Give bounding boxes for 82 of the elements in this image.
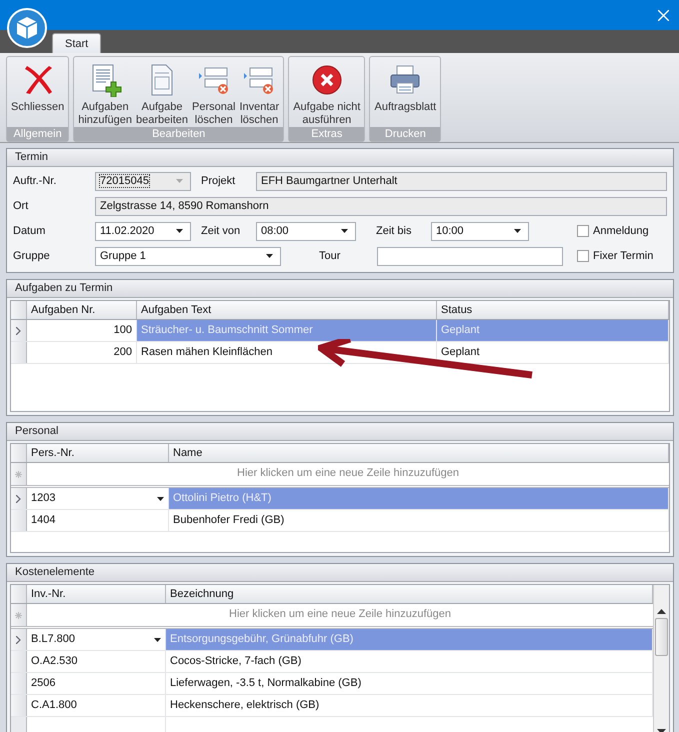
location-field[interactable]: Zelgstrasse 14, 8590 Romanshorn [95,196,667,216]
group-combo[interactable]: Gruppe 1 [95,246,281,266]
table-cell: Bubenhofer Fredi (GB) [169,510,669,531]
table-cell: Geplant [437,342,669,363]
field-label: Auftr.-Nr. [13,175,58,187]
table-cell: C.A1.800 [27,695,166,716]
field-label: Tour [319,250,342,262]
table-row[interactable]: 100 Sträucher- u. Baumschnitt Sommer Geplant [11,320,669,342]
column-header[interactable]: Aufgaben Nr. [27,301,137,319]
panel-title: Termin [7,149,673,167]
date-combo[interactable]: 11.02.2020 [95,222,191,240]
group-label: Allgemein [7,127,68,141]
table-cell: Sträucher- u. Baumschnitt Sommer [137,320,437,341]
column-header[interactable]: Pers.-Nr. [27,444,169,462]
column-header[interactable]: Aufgaben Text [137,301,437,319]
caret-icon [157,496,164,500]
group-label: Bearbeiten [74,127,284,141]
scroll-up-icon[interactable] [657,609,666,614]
table-cell: Rasen mähen Kleinflächen [137,342,437,363]
panel-title: Aufgaben zu Termin [7,280,673,298]
field-label: Datum [13,225,46,237]
table-cell: 2506 [27,673,166,694]
ribbon-button[interactable]: Aufgabe nicht ausführen [291,57,362,127]
current-row-icon [16,326,21,334]
caret-icon [341,229,348,233]
table-cell: O.A2.530 [27,651,166,672]
row-header[interactable] [11,629,27,650]
caret-icon [266,254,273,258]
time-combo[interactable]: 08:00 [256,222,356,240]
ribbon-button[interactable]: Inventar löschen [237,57,282,127]
new-row-hint[interactable]: Hier klicken um eine neue Zeile hinzuzufügen [27,604,653,626]
caret-icon [176,229,183,233]
group-label: Drucken [370,127,440,141]
ribbon-tab[interactable]: Start [52,33,102,53]
row-header[interactable] [11,320,27,341]
new-row-icon [15,470,22,478]
time-combo[interactable]: 10:00 [431,222,529,240]
row-header[interactable] [11,488,27,509]
order-number-combo[interactable]: 72015045 [95,172,191,190]
field-label: Zeit von [201,225,242,237]
caret-icon [154,638,161,642]
close-icon[interactable] [658,10,669,20]
ribbon-button[interactable]: Auftragsblatt [372,57,438,127]
field-label: Ort [13,200,30,212]
project-field[interactable]: EFH Baumgartner Unterhalt [256,172,667,190]
field-label: Zeit bis [376,225,412,237]
checkbox[interactable]: Anmeldung [577,225,649,237]
current-row-icon [16,636,21,644]
column-header[interactable]: Inv.-Nr. [27,585,166,603]
column-header[interactable]: Status [437,301,669,319]
table-cell: Ottolini Pietro (H&T) [169,488,669,509]
field-label: Gruppe [13,250,51,262]
caret-icon [514,229,521,233]
cancel-icon [310,63,344,97]
caret-icon [176,179,183,183]
current-row-icon [16,494,21,502]
scrollbar[interactable] [653,585,669,732]
panel-title: Kostenelemente [7,564,673,582]
ribbon-button[interactable]: Schliessen [9,57,66,127]
table-row[interactable]: 2506 Lieferwagen, -3.5 t, Normalkabine (GB) [11,673,653,695]
ribbon-button[interactable]: Aufgaben hinzufügen [76,57,134,127]
new-row-hint[interactable]: Hier klicken um eine neue Zeile hinzuzufügen [27,463,669,485]
table-cell: Geplant [437,320,669,341]
table-cell: 200 [27,342,137,363]
field-label: Projekt [201,175,236,187]
scroll-thumb[interactable] [655,618,668,656]
new-row-icon [15,612,22,618]
table-row[interactable]: 1404 Bubenhofer Fredi (GB) [11,510,669,532]
table-row[interactable]: B.L7.800 Entsorgungsgebühr, Grünabfuhr (GB) [11,629,653,651]
row-header [11,301,27,319]
table-row[interactable]: 200 Rasen mähen Kleinflächen Geplant [11,342,669,364]
table-cell: Entsorgungsgebühr, Grünabfuhr (GB) [166,629,653,650]
table-row[interactable]: O.A2.530 Cocos-Stricke, 7-fach (GB) [11,651,653,673]
panel-title: Personal [7,423,673,441]
checkbox[interactable]: Fixer Termin [577,250,654,262]
ribbon-button[interactable]: Aufgabe bearbeiten [134,57,190,127]
tour-field[interactable] [377,246,563,266]
table-row[interactable]: 1203 Ottolini Pietro (H&T) [11,488,669,510]
table-cell: 1404 [27,510,169,531]
ribbon-button[interactable]: Personal löschen [190,57,238,127]
group-label: Extras [289,127,364,141]
column-header[interactable]: Name [169,444,669,462]
